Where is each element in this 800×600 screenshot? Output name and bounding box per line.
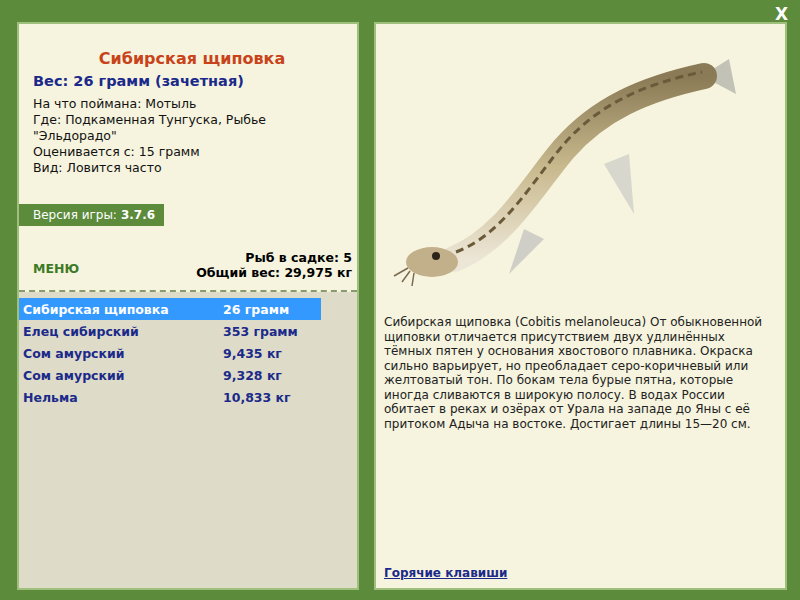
catch-name: Сибирская щиповка	[23, 302, 223, 317]
catch-name: Елец сибирский	[23, 324, 223, 339]
fish-picture	[384, 24, 779, 309]
version-value: 3.7.6	[121, 208, 155, 222]
fish-description: Сибирская щиповка (Cobitis melanoleuca) …	[384, 315, 779, 431]
catch-weight: 9,435 кг	[223, 346, 282, 361]
catch-list: Сибирская щиповка 26 граммЕлец сибирский…	[19, 292, 357, 588]
fish-info: На что поймана: МотыльГде: Подкаменная Т…	[33, 96, 323, 176]
fish-details: Сибирская щиповка Вес: 26 грамм (зачетна…	[19, 24, 357, 204]
close-button[interactable]: X	[773, 4, 790, 24]
catch-name: Сом амурский	[23, 346, 223, 361]
fish-icon	[384, 24, 792, 309]
fish-weight: Вес: 26 грамм (зачетная)	[33, 71, 351, 91]
hotkeys-link[interactable]: Горячие клавиши	[384, 566, 779, 580]
info-line: Вид: Ловится часто	[33, 160, 323, 176]
keepnet-count: Рыб в садке: 5	[196, 250, 352, 265]
version-badge: Версия игры: 3.7.6	[19, 204, 164, 226]
catch-name: Сом амурский	[23, 368, 223, 383]
info-line: На что поймана: Мотыль	[33, 96, 323, 112]
catch-name: Нельма	[23, 390, 223, 405]
version-label: Версия игры:	[33, 208, 117, 222]
menu-row: МЕНЮ Рыб в садке: 5 Общий вес: 29,975 кг	[19, 226, 357, 292]
fish-description-panel: Сибирская щиповка (Cobitis melanoleuca) …	[374, 22, 787, 590]
catch-weight: 9,328 кг	[223, 368, 282, 383]
catch-weight: 10,833 кг	[223, 390, 291, 405]
fish-title: Сибирская щиповка	[33, 49, 351, 69]
menu-button[interactable]: МЕНЮ	[33, 261, 79, 280]
keepnet-total: Общий вес: 29,975 кг	[196, 265, 352, 280]
info-line: Оценивается с: 15 грамм	[33, 144, 323, 160]
fish-info-screen: X Сибирская щиповка Вес: 26 грамм (зачет…	[0, 0, 800, 600]
catch-row[interactable]: Нельма 10,833 кг	[19, 386, 321, 408]
catch-row[interactable]: Сом амурский 9,435 кг	[19, 342, 321, 364]
info-line: Где: Подкаменная Тунгуска, Рыбье "Эльдор…	[33, 112, 323, 144]
catch-panel: Сибирская щиповка Вес: 26 грамм (зачетна…	[17, 22, 359, 590]
keepnet-summary: Рыб в садке: 5 Общий вес: 29,975 кг	[196, 250, 352, 280]
catch-row[interactable]: Елец сибирский 353 грамм	[19, 320, 321, 342]
catch-row[interactable]: Сибирская щиповка 26 грамм	[19, 298, 321, 320]
catch-row[interactable]: Сом амурский 9,328 кг	[19, 364, 321, 386]
catch-weight: 353 грамм	[223, 324, 298, 339]
catch-weight: 26 грамм	[223, 302, 289, 317]
